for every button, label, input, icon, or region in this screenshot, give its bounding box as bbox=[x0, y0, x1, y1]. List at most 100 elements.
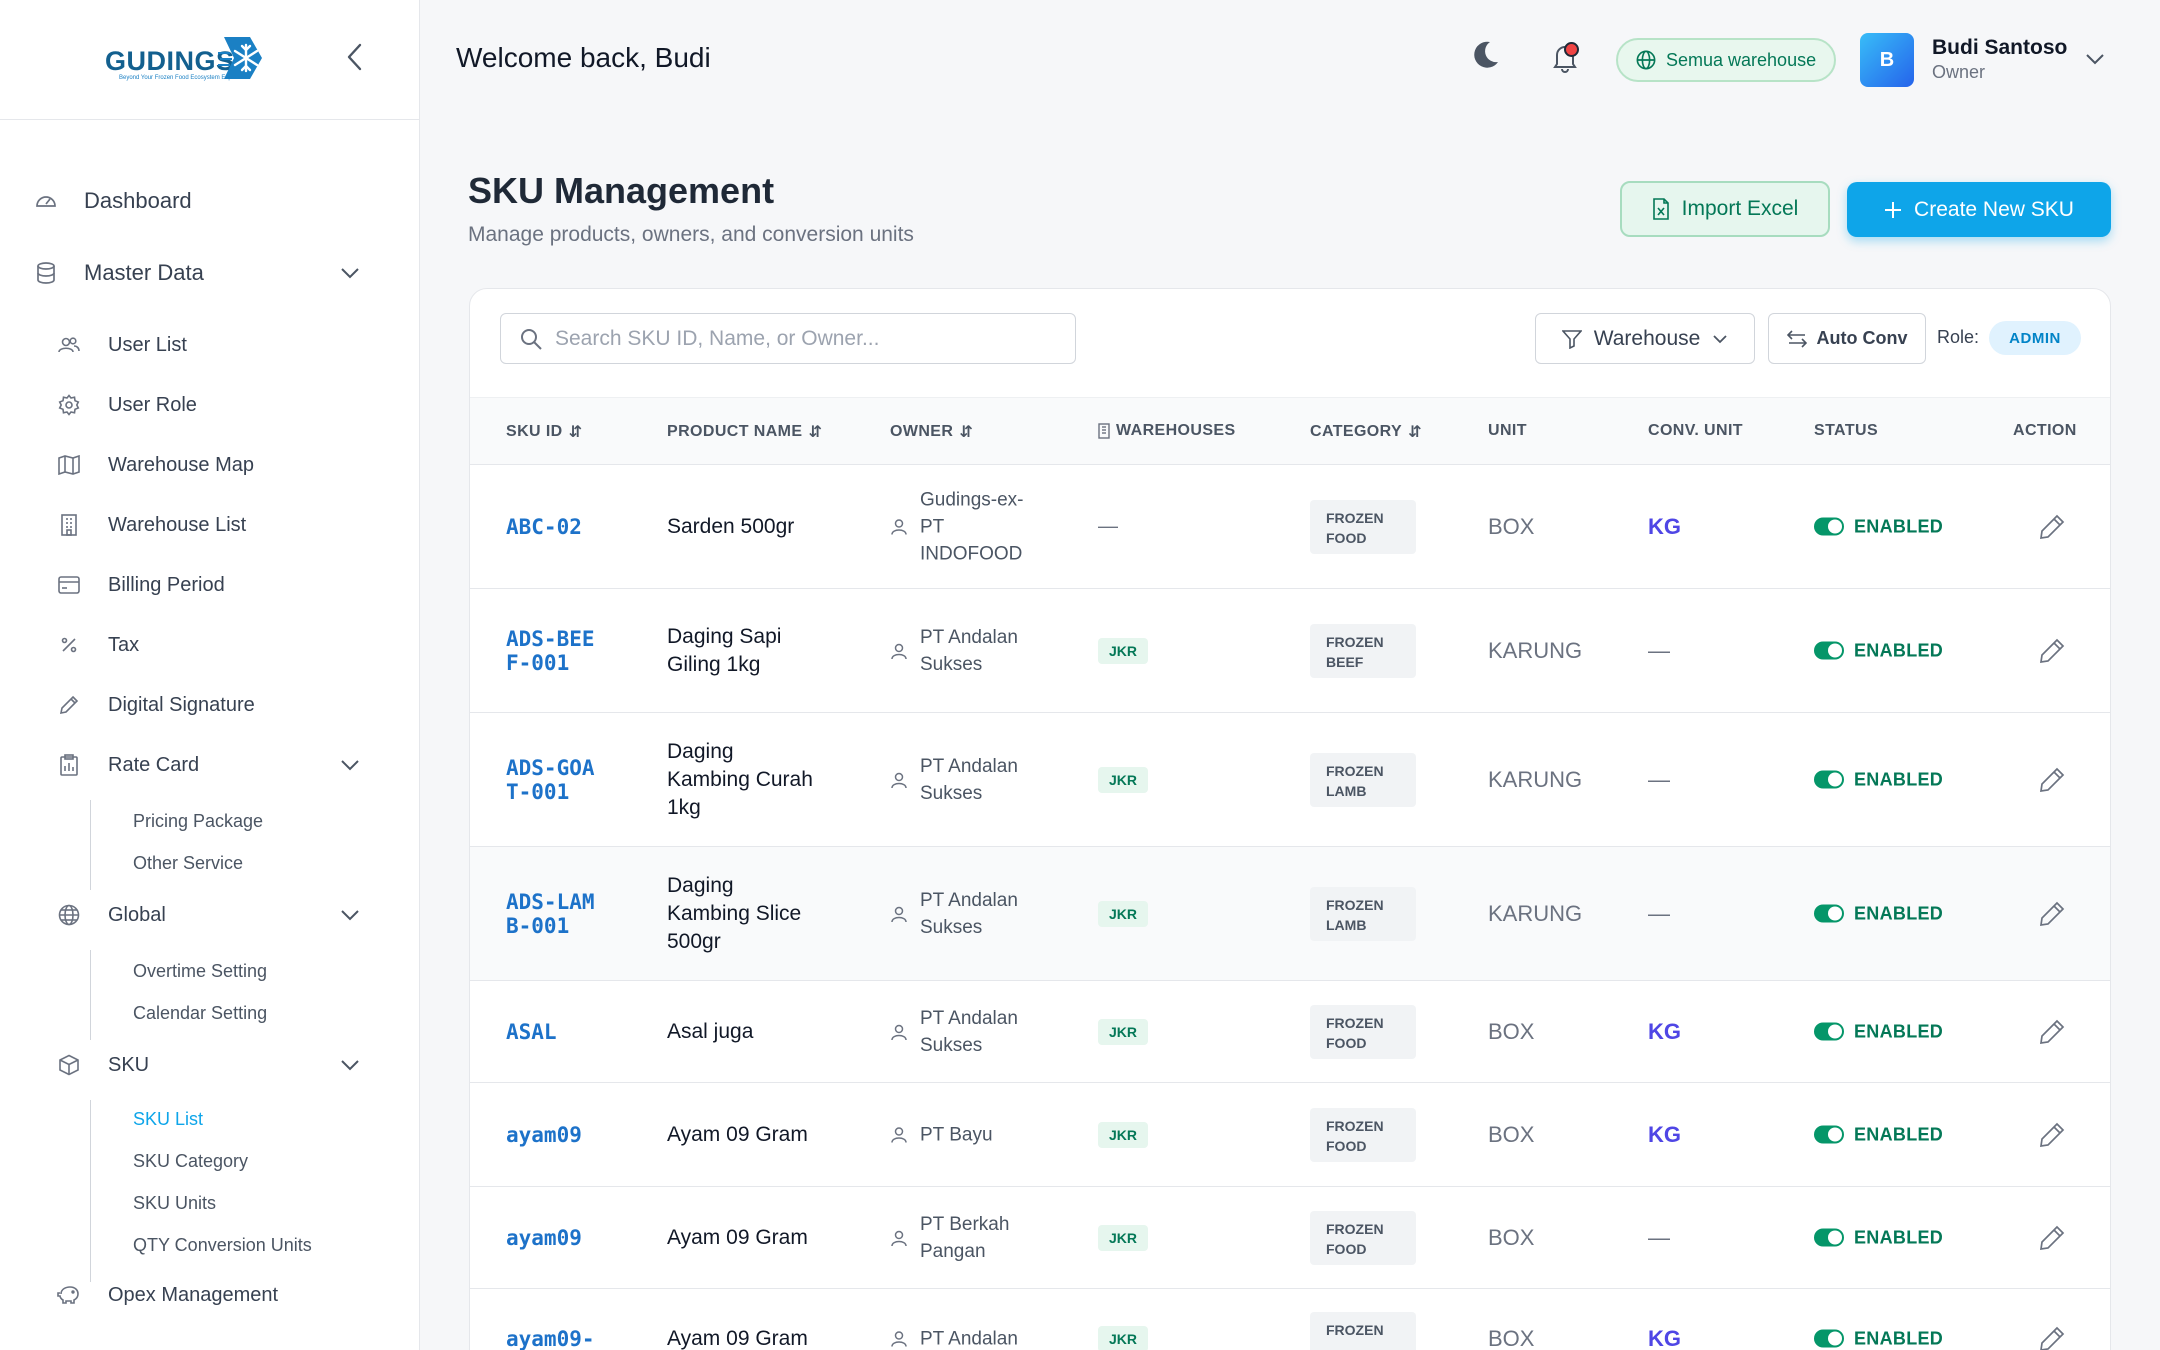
sku-id-link[interactable]: ADS-GOAT-001 bbox=[506, 756, 606, 804]
th-category[interactable]: CATEGORY ⇵ bbox=[1310, 422, 1422, 442]
sidebar-item-master-data[interactable]: Master Data bbox=[0, 254, 420, 292]
conv-unit-value: KG bbox=[1648, 1121, 1681, 1147]
sidebar-item-sku-list[interactable]: SKU List bbox=[0, 1104, 420, 1134]
sidebar-item-billing-period[interactable]: Billing Period bbox=[0, 568, 420, 602]
edit-pencil-icon[interactable] bbox=[2038, 637, 2066, 665]
page-subtitle: Manage products, owners, and conversion … bbox=[468, 223, 914, 246]
collapse-sidebar-button[interactable] bbox=[340, 40, 370, 74]
role-badge: ADMIN bbox=[1989, 321, 2081, 355]
toggle-switch[interactable] bbox=[1814, 1125, 1844, 1144]
sidebar-item-warehouse-map[interactable]: Warehouse Map bbox=[0, 448, 420, 482]
edit-pencil-icon[interactable] bbox=[2038, 900, 2066, 928]
avatar[interactable]: B bbox=[1860, 33, 1914, 87]
map-icon bbox=[56, 452, 82, 478]
warehouse-badge: JKR bbox=[1098, 1224, 1148, 1251]
sidebar-item-opex-management[interactable]: Opex Management bbox=[0, 1278, 420, 1312]
sku-id-link[interactable]: ayam09- bbox=[506, 1327, 606, 1350]
user-icon bbox=[891, 1331, 907, 1347]
sku-id-link[interactable]: ASAL bbox=[506, 1020, 606, 1044]
toggle-switch[interactable] bbox=[1814, 1022, 1844, 1041]
create-new-sku-label: Create New SKU bbox=[1914, 197, 2074, 221]
sidebar-item-rate-card[interactable]: Rate Card bbox=[0, 748, 420, 782]
status-label: ENABLED bbox=[1854, 1124, 1944, 1144]
warehouse-filter-dropdown[interactable]: Warehouse bbox=[1535, 313, 1755, 364]
chevron-down-icon[interactable] bbox=[2082, 46, 2108, 72]
top-header: Welcome back, Budi Semua warehouse B Bud… bbox=[420, 0, 2160, 120]
sidebar-item-digital-signature[interactable]: Digital Signature bbox=[0, 688, 420, 722]
sidebar-item-pricing-package[interactable]: Pricing Package bbox=[0, 806, 420, 836]
th-sku-id[interactable]: SKU ID ⇵ bbox=[506, 422, 582, 442]
warehouse-filter-label: Warehouse bbox=[1593, 326, 1701, 350]
toggle-switch[interactable] bbox=[1814, 904, 1844, 923]
import-excel-button[interactable]: Import Excel bbox=[1620, 181, 1830, 237]
status-label: ENABLED bbox=[1854, 769, 1944, 789]
search-box[interactable] bbox=[500, 313, 1076, 364]
table-row: ASAL Asal juga PT Andalan Sukses JKR FRO… bbox=[470, 981, 2110, 1083]
sidebar-item-label: SKU bbox=[108, 1053, 150, 1076]
sidebar-item-calendar-setting[interactable]: Calendar Setting bbox=[0, 998, 420, 1028]
status-toggle[interactable]: ENABLED bbox=[1814, 903, 1943, 924]
warehouse-badge: JKR bbox=[1098, 1121, 1148, 1148]
sku-id-link[interactable]: ABC-02 bbox=[506, 515, 606, 539]
sidebar-item-sku-category[interactable]: SKU Category bbox=[0, 1146, 420, 1176]
sidebar-item-overtime-setting[interactable]: Overtime Setting bbox=[0, 956, 420, 986]
user-name: Budi Santoso bbox=[1932, 36, 2068, 59]
category-badge: FROZEN BEEF bbox=[1310, 623, 1416, 678]
user-role: Owner bbox=[1932, 62, 1986, 82]
status-toggle[interactable]: ENABLED bbox=[1814, 640, 1943, 661]
status-toggle[interactable]: ENABLED bbox=[1814, 769, 1943, 790]
sidebar-item-sku-units[interactable]: SKU Units bbox=[0, 1188, 420, 1218]
sidebar-item-sku[interactable]: SKU bbox=[0, 1048, 420, 1082]
th-owner[interactable]: OWNER ⇵ bbox=[890, 422, 973, 442]
sku-id-link[interactable]: ayam09 bbox=[506, 1226, 606, 1250]
sidebar-item-global[interactable]: Global bbox=[0, 898, 420, 932]
toggle-switch[interactable] bbox=[1814, 1329, 1844, 1348]
edit-pencil-icon[interactable] bbox=[2038, 766, 2066, 794]
status-label: ENABLED bbox=[1854, 1227, 1944, 1247]
sidebar-item-label: Master Data bbox=[84, 260, 204, 285]
sidebar-item-user-list[interactable]: User List bbox=[0, 328, 420, 362]
auto-conv-button[interactable]: Auto Conv bbox=[1768, 313, 1926, 364]
edit-pencil-icon[interactable] bbox=[2038, 1121, 2066, 1149]
dark-mode-moon-icon[interactable] bbox=[1468, 38, 1502, 72]
toggle-switch[interactable] bbox=[1814, 770, 1844, 789]
edit-pencil-icon[interactable] bbox=[2038, 513, 2066, 541]
create-new-sku-button[interactable]: Create New SKU bbox=[1847, 182, 2111, 237]
conv-unit-value: — bbox=[1648, 900, 1670, 926]
status-toggle[interactable]: ENABLED bbox=[1814, 516, 1943, 537]
sidebar-item-label: User Role bbox=[108, 393, 197, 416]
import-excel-label: Import Excel bbox=[1681, 197, 1799, 220]
status-toggle[interactable]: ENABLED bbox=[1814, 1227, 1943, 1248]
toggle-switch[interactable] bbox=[1814, 641, 1844, 660]
sidebar-item-user-role[interactable]: User Role bbox=[0, 388, 420, 422]
sku-id-link[interactable]: ayam09 bbox=[506, 1123, 606, 1147]
sidebar-item-qty-conversion-units[interactable]: QTY Conversion Units bbox=[0, 1230, 420, 1260]
sidebar-item-other-service[interactable]: Other Service bbox=[0, 848, 420, 878]
edit-pencil-icon[interactable] bbox=[2038, 1018, 2066, 1046]
sidebar-item-tax[interactable]: Tax bbox=[0, 628, 420, 662]
status-label: ENABLED bbox=[1854, 903, 1944, 923]
sidebar-item-dashboard[interactable]: Dashboard bbox=[0, 182, 420, 220]
sidebar-item-warehouse-list[interactable]: Warehouse List bbox=[0, 508, 420, 542]
sku-id-link[interactable]: ADS-BEEF-001 bbox=[506, 627, 606, 675]
snowflake-logo-icon bbox=[218, 37, 262, 79]
brand-logo[interactable]: GUDINGS Beyond Your Frozen Food Ecosyste… bbox=[105, 33, 262, 87]
edit-pencil-icon[interactable] bbox=[2038, 1224, 2066, 1252]
status-toggle[interactable]: ENABLED bbox=[1814, 1328, 1943, 1349]
excel-file-icon bbox=[1652, 198, 1669, 220]
chevron-down-icon bbox=[338, 1053, 362, 1077]
edit-pencil-icon[interactable] bbox=[2038, 1325, 2066, 1350]
sku-id-link[interactable]: ADS-LAMB-001 bbox=[506, 890, 606, 938]
status-label: ENABLED bbox=[1854, 1328, 1944, 1348]
warehouse-selector-pill[interactable]: Semua warehouse bbox=[1616, 38, 1837, 82]
owner-name: PT Bayu bbox=[920, 1124, 993, 1145]
sidebar-item-label: User List bbox=[108, 333, 187, 356]
sidebar: GUDINGS Beyond Your Frozen Food Ecosyste… bbox=[0, 0, 420, 1350]
sidebar-item-label: Opex Management bbox=[108, 1283, 279, 1306]
th-product-name[interactable]: PRODUCT NAME ⇵ bbox=[667, 422, 822, 442]
status-toggle[interactable]: ENABLED bbox=[1814, 1021, 1943, 1042]
search-input[interactable] bbox=[555, 326, 1055, 351]
status-toggle[interactable]: ENABLED bbox=[1814, 1124, 1943, 1145]
toggle-switch[interactable] bbox=[1814, 517, 1844, 536]
toggle-switch[interactable] bbox=[1814, 1228, 1844, 1247]
